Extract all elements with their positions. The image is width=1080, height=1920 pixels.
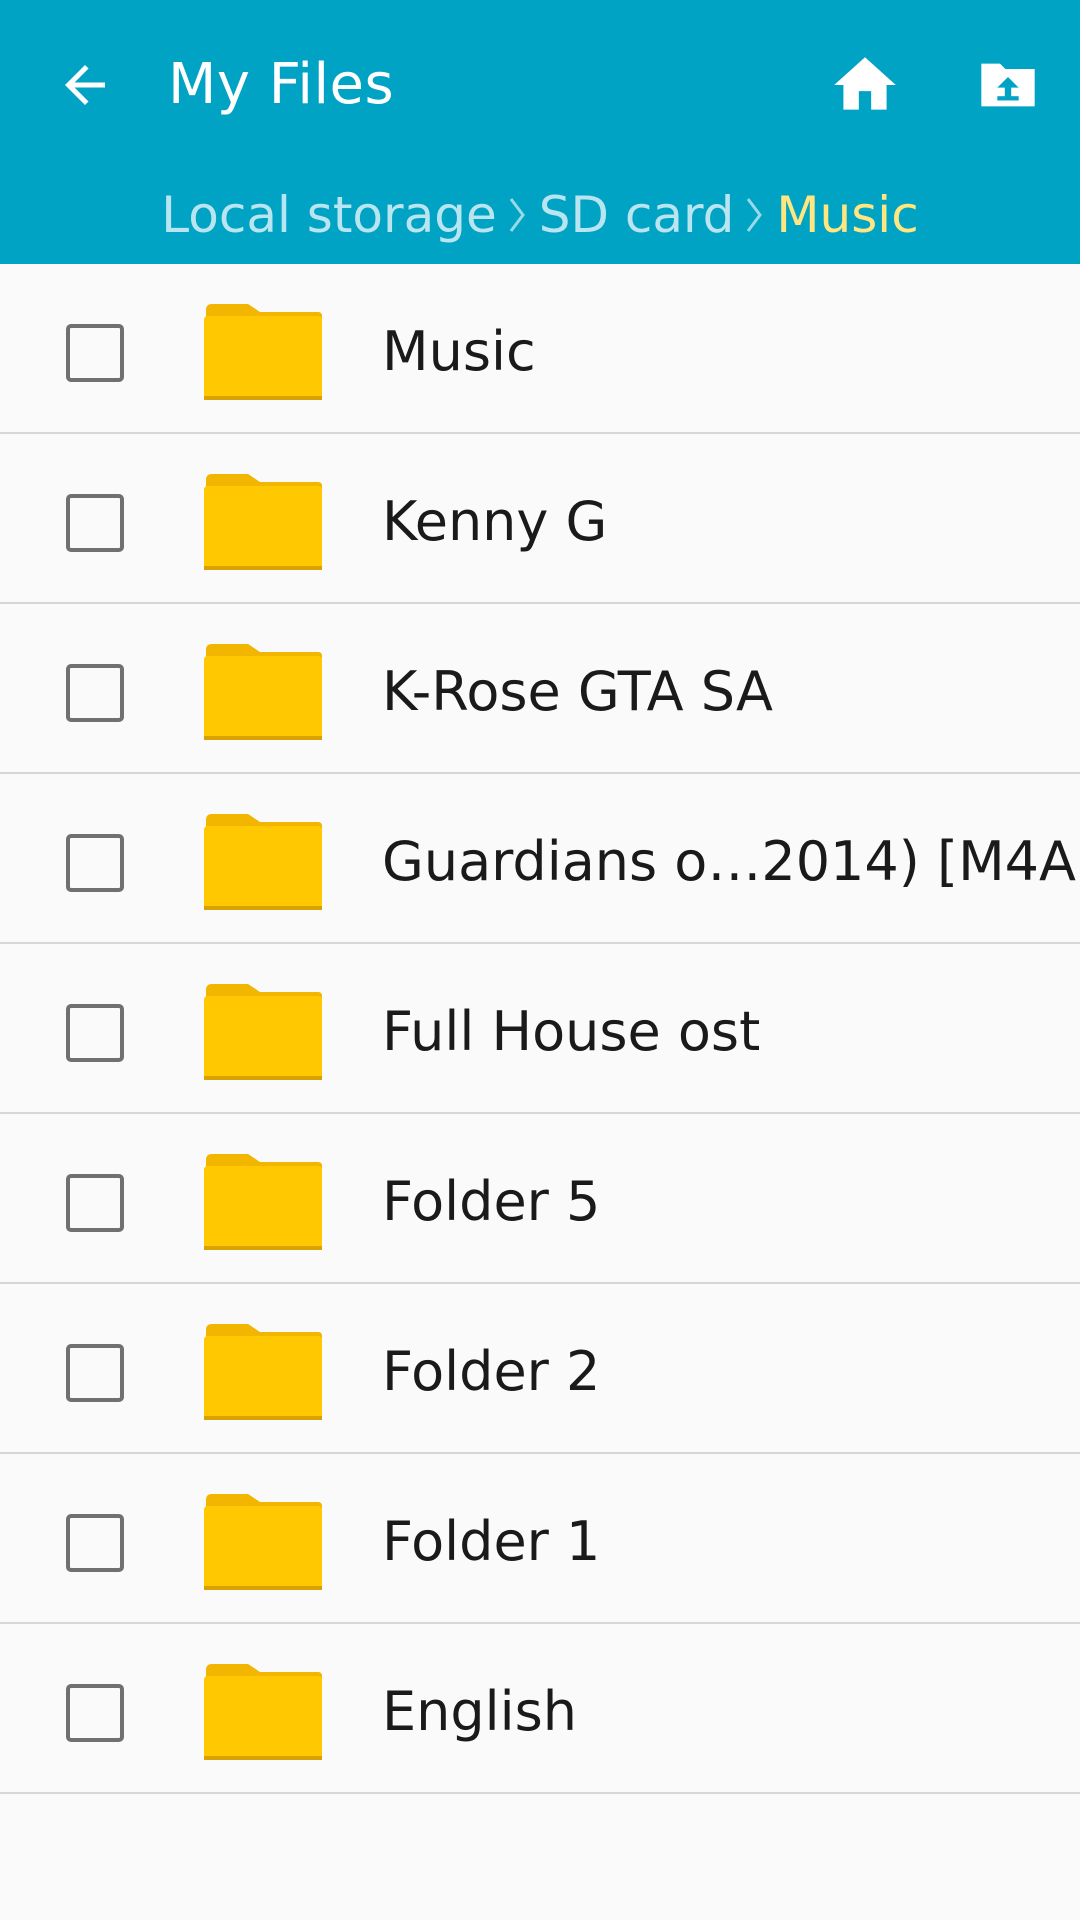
list-item[interactable]: Folder 2	[0, 1284, 1080, 1454]
list-item[interactable]: Full House ost	[0, 944, 1080, 1114]
folder-icon	[204, 1324, 322, 1420]
app-header: My Files Local storage SD card Music	[0, 0, 1080, 264]
folder-icon	[204, 1154, 322, 1250]
home-button[interactable]	[820, 45, 910, 125]
toolbar: My Files	[0, 0, 1080, 170]
folder-name: Folder 1	[382, 1510, 601, 1573]
folder-icon	[204, 1664, 322, 1760]
folder-name: English	[382, 1680, 577, 1743]
folder-name: Kenny G	[382, 490, 608, 553]
folder-name: Full House ost	[382, 1000, 761, 1063]
folder-name: Folder 2	[382, 1340, 601, 1403]
folder-name: Folder 5	[382, 1170, 601, 1233]
list-item[interactable]: Guardians o…2014) [M4A]	[0, 774, 1080, 944]
home-icon	[834, 57, 896, 110]
list-item[interactable]: K-Rose GTA SA	[0, 604, 1080, 774]
breadcrumb-music: Music	[776, 186, 919, 244]
select-checkbox[interactable]	[66, 494, 124, 552]
select-checkbox[interactable]	[66, 1344, 124, 1402]
folder-icon	[204, 814, 322, 910]
parent-folder-button[interactable]	[963, 45, 1053, 125]
chevron-right-icon	[503, 195, 533, 235]
select-checkbox[interactable]	[66, 324, 124, 382]
list-item[interactable]: Music	[0, 264, 1080, 434]
list-item[interactable]: English	[0, 1624, 1080, 1794]
select-checkbox[interactable]	[66, 1684, 124, 1742]
select-checkbox[interactable]	[66, 1004, 124, 1062]
select-checkbox[interactable]	[66, 1514, 124, 1572]
folder-name: Music	[382, 320, 536, 383]
breadcrumb-sd-card[interactable]: SD card	[533, 186, 741, 244]
breadcrumb: Local storage SD card Music	[0, 180, 1080, 250]
folder-icon	[204, 984, 322, 1080]
page-title: My Files	[168, 52, 395, 117]
breadcrumb-local-storage[interactable]: Local storage	[155, 186, 502, 244]
select-checkbox[interactable]	[66, 834, 124, 892]
folder-icon	[204, 644, 322, 740]
folder-name: Guardians o…2014) [M4A]	[382, 830, 1080, 893]
folder-icon	[204, 474, 322, 570]
folder-icon	[204, 1494, 322, 1590]
chevron-right-icon	[740, 195, 770, 235]
list-item[interactable]: Kenny G	[0, 434, 1080, 604]
list-item[interactable]: Folder 5	[0, 1114, 1080, 1284]
select-checkbox[interactable]	[66, 664, 124, 722]
my-files-app: My Files Local storage SD card Music Mus…	[0, 0, 1080, 1920]
select-checkbox[interactable]	[66, 1174, 124, 1232]
folder-name: K-Rose GTA SA	[382, 660, 773, 723]
folder-up-icon	[981, 63, 1035, 107]
arrow-left-icon	[65, 65, 105, 105]
file-list: Pitch Perfect 2 Music Kenny G K-Rose GTA…	[0, 94, 1080, 1794]
list-item[interactable]: Folder 1	[0, 1454, 1080, 1624]
back-button[interactable]	[40, 45, 130, 125]
folder-icon	[204, 304, 322, 400]
